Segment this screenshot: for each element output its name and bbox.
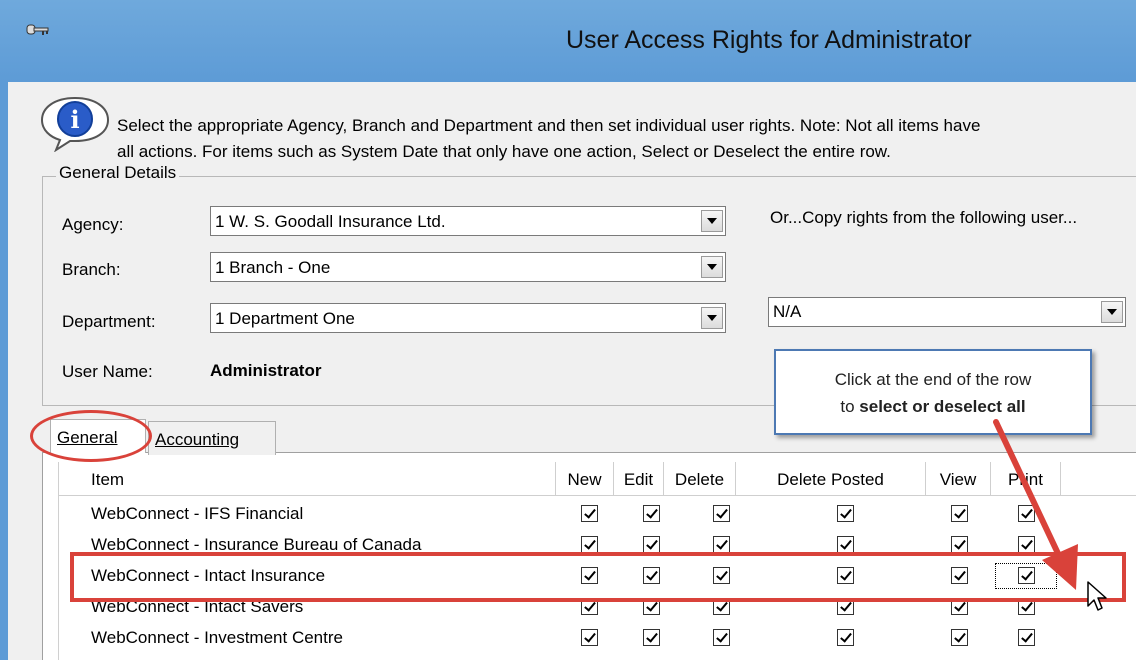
agency-label: Agency: — [62, 215, 124, 234]
instruction-line-1: Select the appropriate Agency, Branch an… — [117, 116, 981, 135]
department-dropdown[interactable]: 1 Department One — [210, 303, 726, 333]
checkbox-new[interactable] — [581, 505, 598, 522]
checkbox-new[interactable] — [581, 629, 598, 646]
chevron-down-icon[interactable] — [701, 210, 723, 232]
chevron-down-icon[interactable] — [701, 307, 723, 329]
row-item-label: WebConnect - Investment Centre — [91, 628, 343, 647]
instruction-text: Select the appropriate Agency, Branch an… — [117, 113, 1136, 165]
copy-rights-label: Or...Copy rights from the following user… — [770, 208, 1078, 227]
tab-accounting-label: Accounting — [155, 430, 240, 449]
row-item-label: WebConnect - IFS Financial — [91, 504, 304, 523]
agency-value: 1 W. S. Goodall Insurance Ltd. — [215, 212, 446, 231]
column-header-item[interactable]: Item — [59, 462, 556, 496]
svg-text:i: i — [70, 105, 79, 134]
column-header-edit[interactable]: Edit — [614, 462, 664, 496]
key-icon — [26, 24, 49, 35]
info-icon: i — [40, 96, 110, 152]
chevron-down-icon[interactable] — [1101, 301, 1123, 323]
checkbox-print[interactable] — [1018, 629, 1035, 646]
annotation-highlight-row — [70, 552, 1126, 602]
copy-from-user-dropdown[interactable]: N/A — [768, 297, 1126, 327]
window-border — [0, 82, 8, 660]
checkbox-view[interactable] — [951, 505, 968, 522]
checkbox-delete[interactable] — [713, 536, 730, 553]
callout-line-1: Click at the end of the row — [834, 370, 1032, 389]
agency-dropdown[interactable]: 1 W. S. Goodall Insurance Ltd. — [210, 206, 726, 236]
checkbox-delete[interactable] — [713, 505, 730, 522]
table-row[interactable]: WebConnect - Investment Centre — [59, 622, 1136, 653]
column-header-delete[interactable]: Delete — [664, 462, 736, 496]
checkbox-view[interactable] — [951, 536, 968, 553]
checkbox-delete-posted[interactable] — [837, 505, 854, 522]
username-value: Administrator — [210, 361, 322, 380]
callout-line-2-prefix: to — [840, 397, 860, 416]
chevron-down-icon[interactable] — [701, 256, 723, 278]
window-title: User Access Rights for Administrator — [566, 26, 972, 54]
general-details-legend: General Details — [56, 163, 180, 183]
checkbox-edit[interactable] — [643, 629, 660, 646]
column-header-delete-posted[interactable]: Delete Posted — [736, 462, 926, 496]
column-header-new[interactable]: New — [556, 462, 614, 496]
checkbox-edit[interactable] — [643, 536, 660, 553]
department-label: Department: — [62, 312, 156, 331]
checkbox-edit[interactable] — [643, 505, 660, 522]
branch-dropdown[interactable]: 1 Branch - One — [210, 252, 726, 282]
checkbox-delete-posted[interactable] — [837, 536, 854, 553]
instruction-line-2: all actions. For items such as System Da… — [117, 142, 891, 161]
branch-label: Branch: — [62, 260, 121, 279]
username-label: User Name: — [62, 362, 153, 381]
checkbox-new[interactable] — [581, 536, 598, 553]
table-row[interactable]: WebConnect - IFS Financial — [59, 498, 1136, 529]
copy-from-user-value: N/A — [773, 302, 802, 321]
checkbox-delete[interactable] — [713, 629, 730, 646]
annotation-ellipse — [30, 410, 152, 462]
mouse-cursor-icon — [1087, 581, 1107, 611]
checkbox-view[interactable] — [951, 629, 968, 646]
department-value: 1 Department One — [215, 309, 355, 328]
tab-accounting[interactable]: Accounting — [148, 421, 276, 455]
title-bar: User Access Rights for Administrator — [0, 0, 1136, 82]
branch-value: 1 Branch - One — [215, 258, 331, 277]
checkbox-delete-posted[interactable] — [837, 629, 854, 646]
annotation-arrow — [993, 419, 1078, 590]
